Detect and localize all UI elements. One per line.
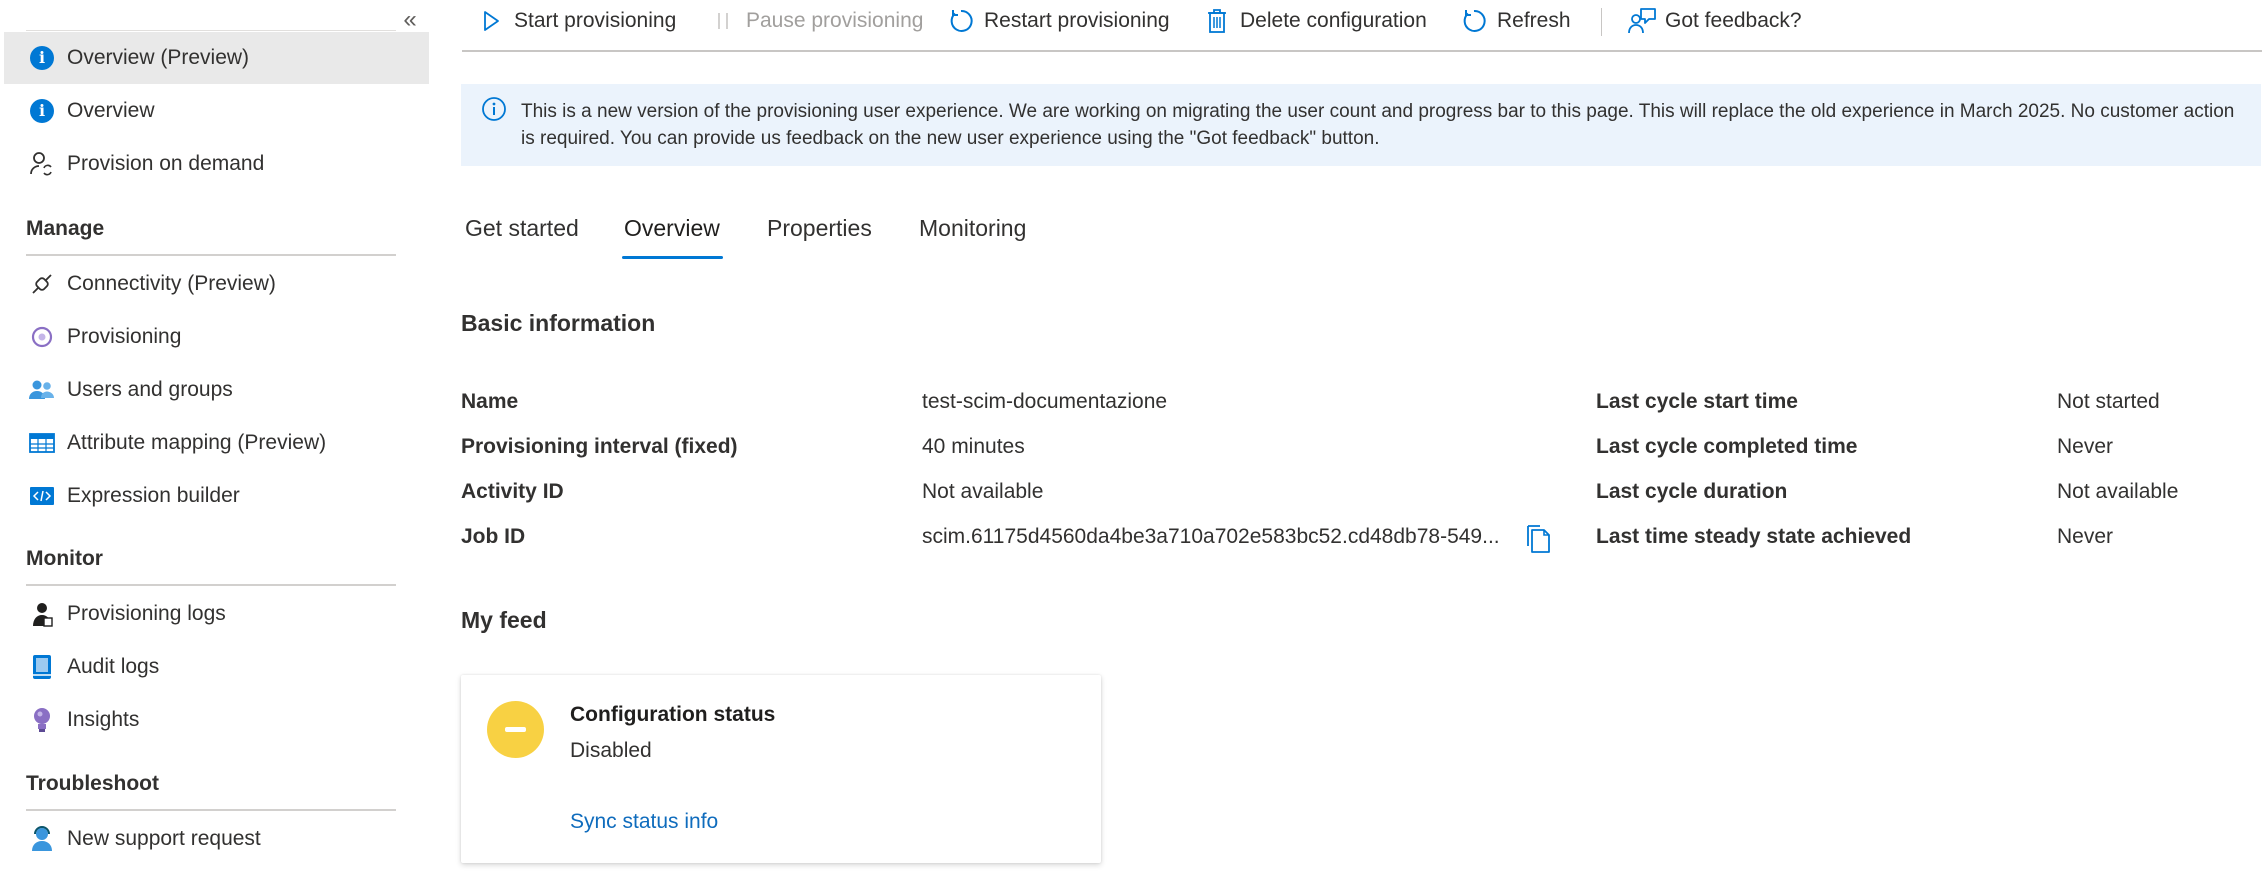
last-steady-state-value: Never (2057, 525, 2114, 548)
info-icon: i (28, 97, 56, 125)
refresh-button[interactable]: Refresh (1459, 2, 1571, 40)
pause-provisioning-label: Pause provisioning (746, 9, 924, 32)
provisioning-interval-value: 40 minutes (922, 435, 1025, 458)
sidebar-item-label: Users and groups (67, 378, 233, 401)
trash-icon (1202, 6, 1232, 36)
last-cycle-start-time-label: Last cycle start time (1596, 390, 1798, 413)
provisioning-icon (28, 323, 56, 351)
last-cycle-duration-label: Last cycle duration (1596, 480, 1788, 503)
last-cycle-completed-time-value: Never (2057, 435, 2114, 458)
sidebar-item-overview-preview[interactable]: i Overview (Preview) (4, 32, 429, 84)
section-divider (26, 254, 396, 256)
sidebar-item-label: Provisioning (67, 325, 182, 348)
last-cycle-completed-time-label: Last cycle completed time (1596, 435, 1858, 458)
sidebar-item-provision-on-demand[interactable]: Provision on demand (4, 138, 429, 190)
info-banner: This is a new version of the provisionin… (461, 84, 2261, 166)
configuration-status-card: Configuration status Disabled Sync statu… (461, 675, 1101, 863)
activity-id-label: Activity ID (461, 480, 564, 503)
got-feedback-label: Got feedback? (1665, 9, 1802, 32)
sidebar-item-audit-logs[interactable]: Audit logs (4, 641, 429, 693)
sidebar-item-label: Attribute mapping (Preview) (67, 431, 327, 454)
sidebar-item-label: Overview (67, 99, 155, 122)
tab-overview[interactable]: Overview (624, 215, 720, 242)
pause-provisioning-button[interactable]: Pause provisioning (708, 2, 923, 40)
sidebar-item-users-and-groups[interactable]: Users and groups (4, 364, 429, 416)
restart-icon (946, 6, 976, 36)
collapse-sidebar-icon[interactable]: « (398, 8, 422, 33)
sidebar-item-connectivity[interactable]: Connectivity (Preview) (4, 258, 429, 310)
sidebar-item-provisioning[interactable]: Provisioning (4, 311, 429, 363)
section-divider (26, 584, 396, 586)
tab-monitoring[interactable]: Monitoring (919, 215, 1026, 242)
sidebar-item-label: Provision on demand (67, 152, 265, 175)
section-title-troubleshoot: Troubleshoot (26, 772, 159, 795)
card-title: Configuration status (570, 703, 776, 726)
delete-configuration-button[interactable]: Delete configuration (1202, 2, 1427, 40)
command-bar: Start provisioning Pause provisioning Re… (462, 0, 2262, 44)
job-id-label: Job ID (461, 525, 526, 548)
toolbar-divider (462, 50, 2262, 52)
plug-icon (28, 270, 56, 298)
provisioning-interval-label: Provisioning interval (fixed) (461, 435, 738, 458)
sidebar-item-attribute-mapping[interactable]: Attribute mapping (Preview) (4, 417, 429, 469)
refresh-label: Refresh (1497, 9, 1571, 32)
feedback-icon (1627, 6, 1657, 36)
restart-provisioning-label: Restart provisioning (984, 9, 1170, 32)
book-icon (28, 653, 56, 681)
sidebar-item-new-support-request[interactable]: New support request (4, 813, 429, 865)
card-status-value: Disabled (570, 739, 652, 762)
last-cycle-start-time-value: Not started (2057, 390, 2160, 413)
basic-information-heading: Basic information (461, 310, 656, 336)
pause-icon (708, 6, 738, 36)
delete-configuration-label: Delete configuration (1240, 9, 1427, 32)
sidebar-item-expression-builder[interactable]: Expression builder (4, 470, 429, 522)
person-log-icon (28, 600, 56, 628)
got-feedback-button[interactable]: Got feedback? (1627, 2, 1802, 40)
users-icon (28, 376, 56, 404)
last-cycle-duration-value: Not available (2057, 480, 2179, 503)
sidebar-item-label: Insights (67, 708, 140, 731)
activity-id-value: Not available (922, 480, 1044, 503)
support-icon (28, 825, 56, 853)
active-tab-indicator (622, 256, 723, 259)
section-title-monitor: Monitor (26, 547, 103, 570)
copy-icon[interactable] (1524, 524, 1552, 554)
info-banner-text: This is a new version of the provisionin… (521, 101, 2235, 149)
job-id-value: scim.61175d4560da4be3a710a702e583bc52.cd… (922, 525, 1500, 548)
status-disabled-icon (487, 701, 544, 758)
sidebar-item-overview[interactable]: i Overview (4, 85, 429, 137)
start-provisioning-button[interactable]: Start provisioning (476, 2, 676, 40)
name-label: Name (461, 390, 519, 413)
sidebar-item-label: New support request (67, 827, 261, 850)
lightbulb-icon (28, 706, 56, 734)
sidebar-item-label: Audit logs (67, 655, 160, 678)
info-icon: i (28, 44, 56, 72)
tab-properties[interactable]: Properties (767, 215, 872, 242)
table-icon (28, 429, 56, 457)
start-provisioning-label: Start provisioning (514, 9, 677, 32)
info-circle-icon (481, 96, 507, 122)
restart-provisioning-button[interactable]: Restart provisioning (946, 2, 1170, 40)
person-sync-icon (28, 150, 56, 178)
sidebar-top-divider (26, 30, 396, 31)
sidebar-item-label: Provisioning logs (67, 602, 226, 625)
toolbar-separator (1601, 8, 1602, 36)
sync-status-info-link[interactable]: Sync status info (570, 810, 718, 834)
refresh-icon (1459, 6, 1489, 36)
sidebar-item-label: Expression builder (67, 484, 240, 507)
sidebar: « i Overview (Preview) i Overview Provis… (0, 0, 430, 874)
name-value: test-scim-documentazione (922, 390, 1168, 413)
section-divider (26, 809, 396, 811)
my-feed-heading: My feed (461, 607, 547, 633)
sidebar-item-insights[interactable]: Insights (4, 694, 429, 746)
sidebar-item-provisioning-logs[interactable]: Provisioning logs (4, 588, 429, 640)
play-icon (476, 6, 506, 36)
last-steady-state-label: Last time steady state achieved (1596, 525, 1912, 548)
tab-get-started[interactable]: Get started (465, 215, 579, 242)
section-title-manage: Manage (26, 217, 105, 240)
code-icon (28, 482, 56, 510)
sidebar-item-label: Overview (Preview) (67, 46, 250, 69)
sidebar-item-label: Connectivity (Preview) (67, 272, 276, 295)
